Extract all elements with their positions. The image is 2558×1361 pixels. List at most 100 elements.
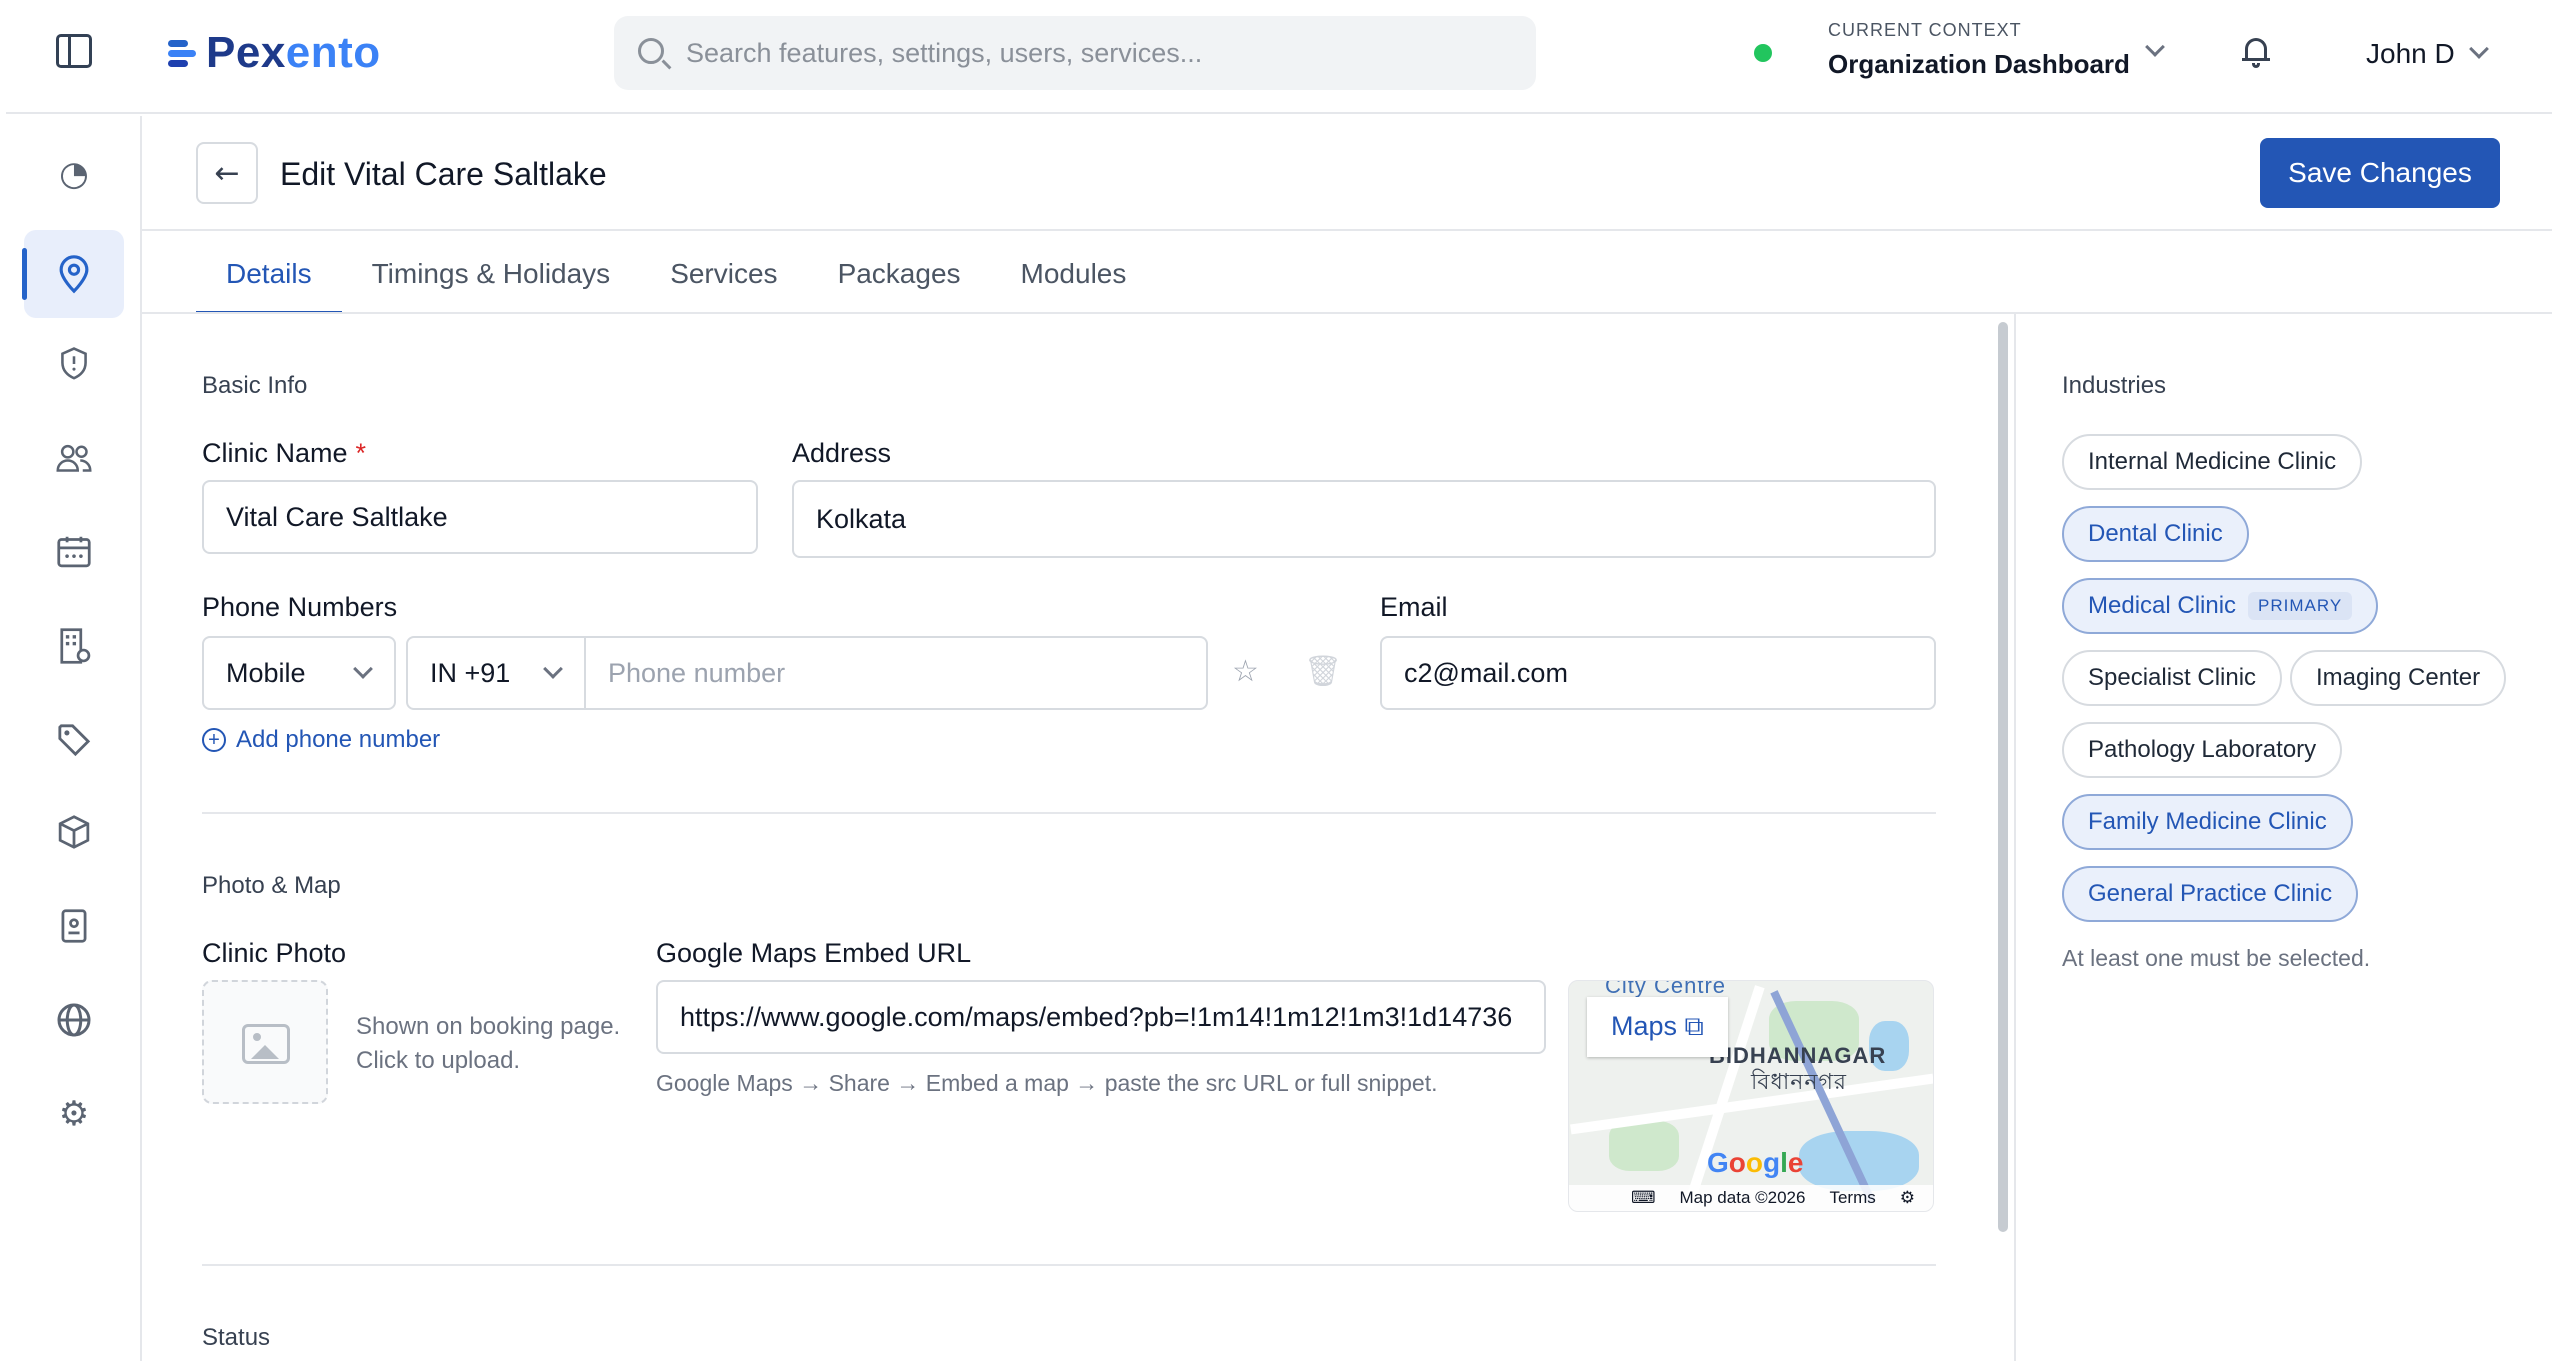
industry-chip-family-medicine[interactable]: Family Medicine Clinic bbox=[2062, 794, 2353, 850]
chip-label: Internal Medicine Clinic bbox=[2088, 448, 2337, 475]
panel-divider bbox=[2014, 314, 2016, 1361]
brand-logo[interactable]: Pexento bbox=[168, 28, 381, 78]
search-input[interactable] bbox=[686, 32, 1506, 74]
phone-type-select[interactable]: Mobile bbox=[202, 636, 396, 710]
clipboard-icon[interactable] bbox=[24, 882, 124, 970]
tab-modules[interactable]: Modules bbox=[991, 232, 1157, 314]
clinic-photo-upload[interactable] bbox=[202, 980, 328, 1104]
email-input[interactable] bbox=[1380, 636, 1936, 710]
map-place-label: বিধাননগর bbox=[1751, 1069, 1848, 1094]
trash-icon[interactable]: 🗑 bbox=[1304, 654, 1342, 689]
tab-bar: Details Timings & Holidays Services Pack… bbox=[196, 232, 1156, 314]
location-pin-icon[interactable] bbox=[22, 230, 124, 318]
main-scrollbar[interactable] bbox=[1998, 322, 2008, 1232]
chip-label: Dental Clinic bbox=[2088, 520, 2223, 547]
image-placeholder-icon bbox=[242, 1024, 290, 1064]
industry-chip-dental[interactable]: Dental Clinic bbox=[2062, 506, 2249, 562]
section-divider bbox=[202, 812, 1936, 814]
sidebar-toggle-icon[interactable] bbox=[56, 34, 92, 68]
maps-url-label: Google Maps Embed URL bbox=[656, 938, 972, 968]
industry-chip-medical[interactable]: Medical Clinic PRIMARY bbox=[2062, 578, 2379, 634]
phone-number-input[interactable] bbox=[584, 636, 1208, 710]
report-icon[interactable]: ⚙ bbox=[1900, 1188, 1915, 1208]
calendar-icon[interactable] bbox=[24, 508, 124, 596]
address-textarea[interactable]: Kolkata bbox=[792, 480, 1936, 558]
chevron-down-icon[interactable] bbox=[2469, 39, 2489, 59]
map-attribution: ⌨ Map data ©2026 Terms ⚙ bbox=[1569, 1185, 1933, 1211]
chip-label: Imaging Center bbox=[2316, 664, 2481, 691]
arrow-left-icon: ← bbox=[214, 155, 240, 191]
chip-label: Pathology Laboratory bbox=[2088, 736, 2317, 763]
section-divider bbox=[202, 1264, 1936, 1266]
open-in-maps-button[interactable]: Maps ⧉ bbox=[1587, 997, 1728, 1057]
clinic-name-label-text: Clinic Name bbox=[202, 438, 348, 468]
country-code-value: IN +91 bbox=[430, 657, 511, 688]
section-status: Status bbox=[202, 1324, 271, 1351]
industry-chip-imaging[interactable]: Imaging Center bbox=[2290, 650, 2507, 706]
chevron-down-icon[interactable] bbox=[2145, 37, 2165, 57]
bell-icon[interactable] bbox=[2242, 38, 2270, 68]
brand-mark-icon bbox=[168, 37, 200, 69]
brand-name-prefix: Pex bbox=[206, 28, 286, 77]
status-indicator bbox=[1754, 44, 1772, 62]
tab-timings-holidays[interactable]: Timings & Holidays bbox=[342, 232, 641, 314]
gear-icon[interactable]: ⚙ bbox=[24, 1070, 124, 1158]
context-switcher[interactable]: CURRENT CONTEXT Organization Dashboard bbox=[1828, 20, 2130, 80]
plus-circle-icon: + bbox=[202, 728, 226, 752]
section-basic-info: Basic Info bbox=[202, 372, 308, 399]
context-value: Organization Dashboard bbox=[1828, 49, 2130, 79]
industry-chip-internal-medicine[interactable]: Internal Medicine Clinic bbox=[2062, 434, 2363, 490]
star-icon[interactable]: ☆ bbox=[1232, 654, 1259, 689]
save-button[interactable]: Save Changes bbox=[2260, 138, 2500, 208]
building-icon[interactable] bbox=[24, 602, 124, 690]
country-code-select[interactable]: IN +91 bbox=[406, 636, 586, 710]
context-label: CURRENT CONTEXT bbox=[1828, 20, 2022, 40]
package-box-icon[interactable] bbox=[24, 788, 124, 876]
maps-button-label: Maps bbox=[1611, 1011, 1678, 1041]
user-menu[interactable]: John D bbox=[2366, 38, 2455, 70]
google-logo: Google bbox=[1707, 1147, 1804, 1178]
search-icon bbox=[638, 38, 664, 64]
chip-label: Specialist Clinic bbox=[2088, 664, 2257, 691]
phone-numbers-label: Phone Numbers bbox=[202, 592, 398, 622]
tab-details[interactable]: Details bbox=[196, 232, 342, 314]
industry-chip-general-practice[interactable]: General Practice Clinic bbox=[2062, 866, 2359, 922]
primary-badge: PRIMARY bbox=[2248, 592, 2353, 620]
header-divider bbox=[142, 229, 2552, 231]
tab-packages[interactable]: Packages bbox=[808, 232, 991, 314]
chevron-down-icon bbox=[543, 659, 563, 679]
industry-chip-pathology[interactable]: Pathology Laboratory bbox=[2062, 722, 2343, 778]
brand-name: Pexento bbox=[206, 28, 381, 78]
address-label: Address bbox=[792, 438, 892, 468]
map-preview[interactable]: City Centre BIDHANNAGAR বিধাননগর Maps ⧉ … bbox=[1568, 980, 1934, 1212]
industry-chip-specialist[interactable]: Specialist Clinic bbox=[2062, 650, 2283, 706]
clinic-name-label: Clinic Name * bbox=[202, 438, 366, 469]
chip-label: Family Medicine Clinic bbox=[2088, 808, 2327, 835]
users-icon[interactable] bbox=[24, 414, 124, 502]
add-phone-number-link[interactable]: + Add phone number bbox=[202, 726, 440, 754]
external-link-icon: ⧉ bbox=[1684, 1011, 1704, 1041]
industries-helper-text: At least one must be selected. bbox=[2062, 945, 2371, 971]
photo-hint-line1: Shown on booking page. bbox=[356, 1013, 621, 1040]
globe-icon[interactable] bbox=[24, 976, 124, 1064]
tabs-divider bbox=[142, 312, 2552, 314]
clinic-photo-label: Clinic Photo bbox=[202, 938, 347, 968]
keyboard-icon[interactable]: ⌨ bbox=[1631, 1188, 1656, 1208]
phone-type-value: Mobile bbox=[226, 657, 306, 688]
tab-services[interactable]: Services bbox=[640, 232, 807, 314]
chip-label: General Practice Clinic bbox=[2088, 880, 2333, 907]
page-title: Edit Vital Care Saltlake bbox=[280, 156, 607, 192]
dashboard-icon[interactable]: ◔ bbox=[24, 130, 124, 218]
maps-url-input[interactable] bbox=[656, 980, 1546, 1054]
left-sidebar: ◔ ⚙ bbox=[6, 116, 142, 1361]
map-park bbox=[1609, 1121, 1679, 1171]
map-terms-link[interactable]: Terms bbox=[1829, 1188, 1875, 1208]
clinic-name-input[interactable] bbox=[202, 480, 758, 554]
global-search bbox=[614, 16, 1536, 90]
back-button[interactable]: ← bbox=[196, 142, 258, 204]
chip-label: Medical Clinic bbox=[2088, 592, 2237, 619]
required-mark: * bbox=[355, 438, 367, 468]
tag-icon[interactable] bbox=[24, 696, 124, 784]
shield-icon[interactable] bbox=[24, 320, 124, 408]
map-data-text: Map data ©2026 bbox=[1679, 1188, 1806, 1207]
